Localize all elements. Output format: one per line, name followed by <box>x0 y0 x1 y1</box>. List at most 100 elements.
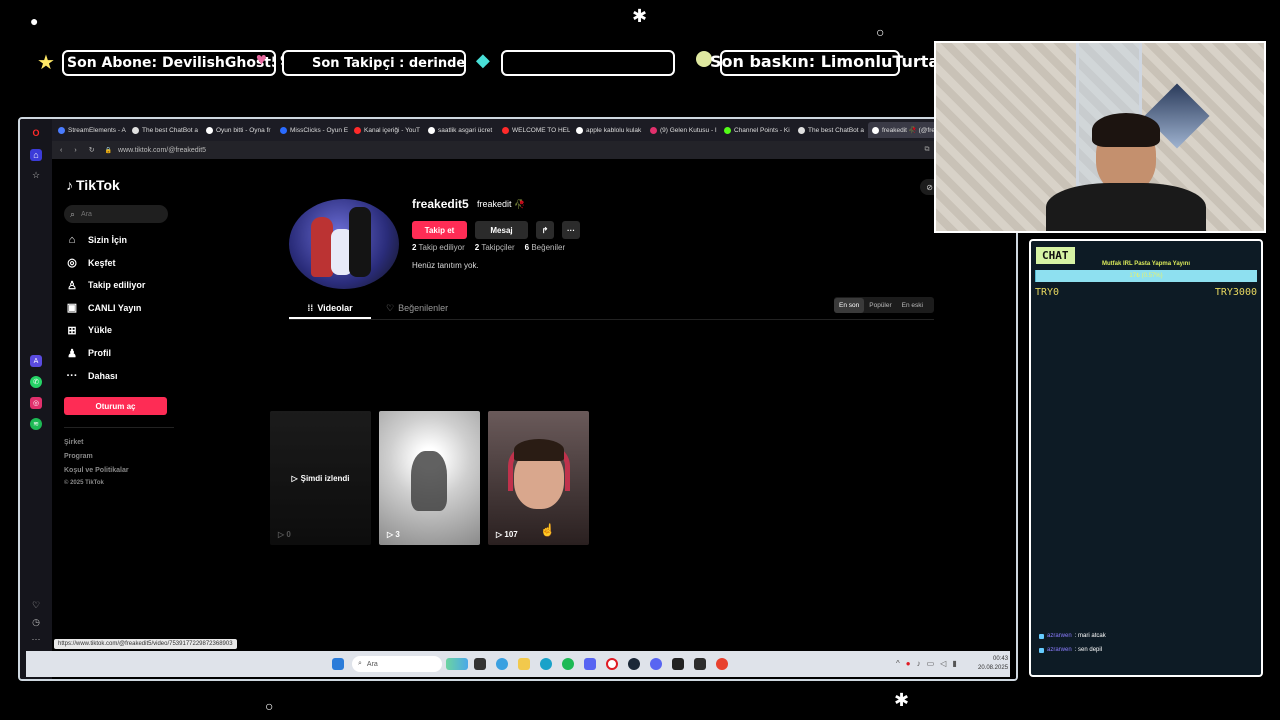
home-icon[interactable]: ⌂ <box>30 149 42 161</box>
browser-tab[interactable]: apple kablolu kulak <box>572 122 644 138</box>
nav-item[interactable]: ♙ Takip ediliyor <box>66 279 145 292</box>
tab-liked[interactable]: ♡ Beğenilenler <box>386 299 448 317</box>
sparkle-icon: ○ <box>876 24 885 40</box>
more-icon: ··· <box>66 369 78 382</box>
footer-link[interactable]: Program <box>64 453 93 460</box>
app-icon[interactable] <box>716 658 728 670</box>
browser-tab[interactable]: Channel Points - Ki <box>720 122 792 138</box>
footer-link[interactable]: Koşul ve Politikalar <box>64 467 129 474</box>
taskbar-search-text: Ara <box>366 660 378 668</box>
follow-button[interactable]: Takip et <box>412 221 467 239</box>
nav-item[interactable]: ⌂ Sizin İçin <box>66 234 127 246</box>
video-view-count: ▷ 3 <box>387 530 400 539</box>
browser-tab[interactable]: The best ChatBot a <box>128 122 200 138</box>
chat-message-text: : sen depil <box>1074 647 1103 653</box>
sort-latest[interactable]: En son <box>834 297 865 313</box>
heart-icon: ♥ <box>256 49 267 69</box>
discord-alt-icon[interactable] <box>650 658 662 670</box>
nav-divider <box>64 427 174 428</box>
taskbar-search[interactable]: ⌕ Ara <box>352 656 442 672</box>
share-button[interactable]: ↱ <box>536 221 554 239</box>
discord-icon[interactable] <box>584 658 596 670</box>
message-button[interactable]: Mesaj <box>475 221 528 239</box>
browser-tab[interactable]: WELCOME TO HELL <box>498 122 570 138</box>
more-icon[interactable]: ··· <box>30 633 42 645</box>
following-label[interactable]: Takip ediliyor <box>419 243 465 252</box>
tab-videos[interactable]: ⁞⁞ Videolar <box>289 299 371 319</box>
video-thumbnail[interactable]: ▷ 107 ☝ <box>488 411 589 545</box>
browser-tab[interactable]: StreamElements - A <box>54 122 126 138</box>
network-icon[interactable]: ▭ <box>927 659 935 668</box>
tiktok-logo[interactable]: ♪ TikTok <box>66 177 120 193</box>
history-icon[interactable]: ◷ <box>30 616 42 628</box>
whatsapp-icon[interactable]: ✆ <box>30 376 42 388</box>
goal-progress-text: 17₺ (0.57%) <box>1129 273 1163 279</box>
star-icon[interactable]: ☆ <box>30 169 42 181</box>
goal-title: Mutfak IRL Pasta Yapma Yayını <box>1101 261 1191 267</box>
sort-oldest[interactable]: En eski <box>897 298 928 313</box>
aria-icon[interactable]: A <box>30 355 42 367</box>
browser-tab[interactable]: (9) Gelen Kutusu - I <box>646 122 718 138</box>
edge-icon[interactable] <box>496 658 508 670</box>
browser-tab[interactable]: Kanal içeriği - YouT <box>350 122 422 138</box>
compass-icon[interactable]: ⊘ <box>926 183 933 192</box>
browser-tab-label: The best ChatBot a <box>142 126 199 134</box>
more-options-button[interactable]: ··· <box>562 221 580 239</box>
search-input[interactable] <box>79 209 164 219</box>
back-icon[interactable]: ‹ <box>60 147 62 154</box>
store-icon[interactable] <box>540 658 552 670</box>
browser-tab[interactable]: Oyun bitti - Oyna fr <box>202 122 274 138</box>
spotify-icon[interactable] <box>562 658 574 670</box>
widgets-icon[interactable] <box>446 658 468 670</box>
task-view-icon[interactable] <box>474 658 486 670</box>
chevron-up-icon[interactable]: ^ <box>896 659 900 668</box>
obs-icon[interactable] <box>672 658 684 670</box>
terminal-icon[interactable] <box>694 658 706 670</box>
clock[interactable]: 00:43 20.08.2025 <box>978 655 1008 673</box>
speaker-icon[interactable]: ◁ <box>940 659 946 668</box>
chat-message: azrarwen : mari atcak <box>1039 633 1106 639</box>
opera-icon[interactable] <box>606 658 618 670</box>
instagram-icon[interactable]: ◎ <box>30 397 42 409</box>
avatar[interactable] <box>289 199 399 289</box>
tray-app-icon[interactable]: ● <box>906 659 911 668</box>
video-hair <box>514 439 564 461</box>
tab-favicon-icon <box>132 126 139 134</box>
browser-window: O ⌂ ☆ A ✆ ◎ ≋ ♡ ◷ ··· StreamElements - A… <box>18 117 1018 681</box>
nav-item-label: Sizin İçin <box>88 235 128 245</box>
nav-item-label: Dahası <box>88 370 118 381</box>
steam-icon[interactable] <box>628 658 640 670</box>
nav-item-label: Keşfet <box>88 257 116 268</box>
search-box[interactable]: ⌕ <box>64 205 168 223</box>
spotify-icon[interactable]: ≋ <box>30 418 42 430</box>
followers-label[interactable]: Takipçiler <box>481 243 514 252</box>
footer-link[interactable]: Şirket <box>64 439 83 446</box>
nav-item[interactable]: ◎ Keşfet <box>66 257 116 269</box>
login-button[interactable]: Oturum aç <box>64 397 167 415</box>
heart-icon[interactable]: ♡ <box>30 599 42 611</box>
tab-liked-label: Beğenilenler <box>398 303 449 313</box>
browser-tab[interactable]: saatlik asgari ücret <box>424 122 496 138</box>
forward-icon[interactable]: › <box>74 147 76 154</box>
share-icon[interactable]: ⧉ <box>925 146 930 154</box>
reload-icon[interactable]: ↻ <box>89 146 95 154</box>
browser-tab[interactable]: The best ChatBot a <box>794 122 866 138</box>
opera-logo-icon[interactable]: O <box>30 127 42 139</box>
avatar-figure-dark <box>349 207 371 277</box>
nav-item[interactable]: ▣ CANLI Yayın <box>66 302 142 314</box>
video-thumbnail[interactable]: ▷ Şimdi izlendi ▷ 0 <box>270 411 371 545</box>
sparkle-icon: ✱ <box>632 6 648 26</box>
microphone-icon[interactable]: ♪ <box>917 659 921 668</box>
windows-start-icon[interactable] <box>332 658 344 670</box>
nav-item[interactable]: ♟ Profil <box>66 347 111 360</box>
nav-item[interactable]: ⊞ Yükle <box>66 324 112 337</box>
browser-tab[interactable]: MissClicks - Oyun E <box>276 122 348 138</box>
sort-popular[interactable]: Popüler <box>864 298 896 313</box>
battery-icon[interactable]: ▮ <box>952 659 956 668</box>
video-thumbnail[interactable]: ▷ 3 <box>379 411 480 545</box>
nav-item[interactable]: ··· Dahası <box>66 370 118 382</box>
sparkle-icon: ✱ <box>894 690 910 710</box>
followers-count: 2 <box>474 243 480 252</box>
url-field[interactable]: www.tiktok.com/@freakedit5 <box>118 147 206 154</box>
explorer-icon[interactable] <box>518 658 530 670</box>
